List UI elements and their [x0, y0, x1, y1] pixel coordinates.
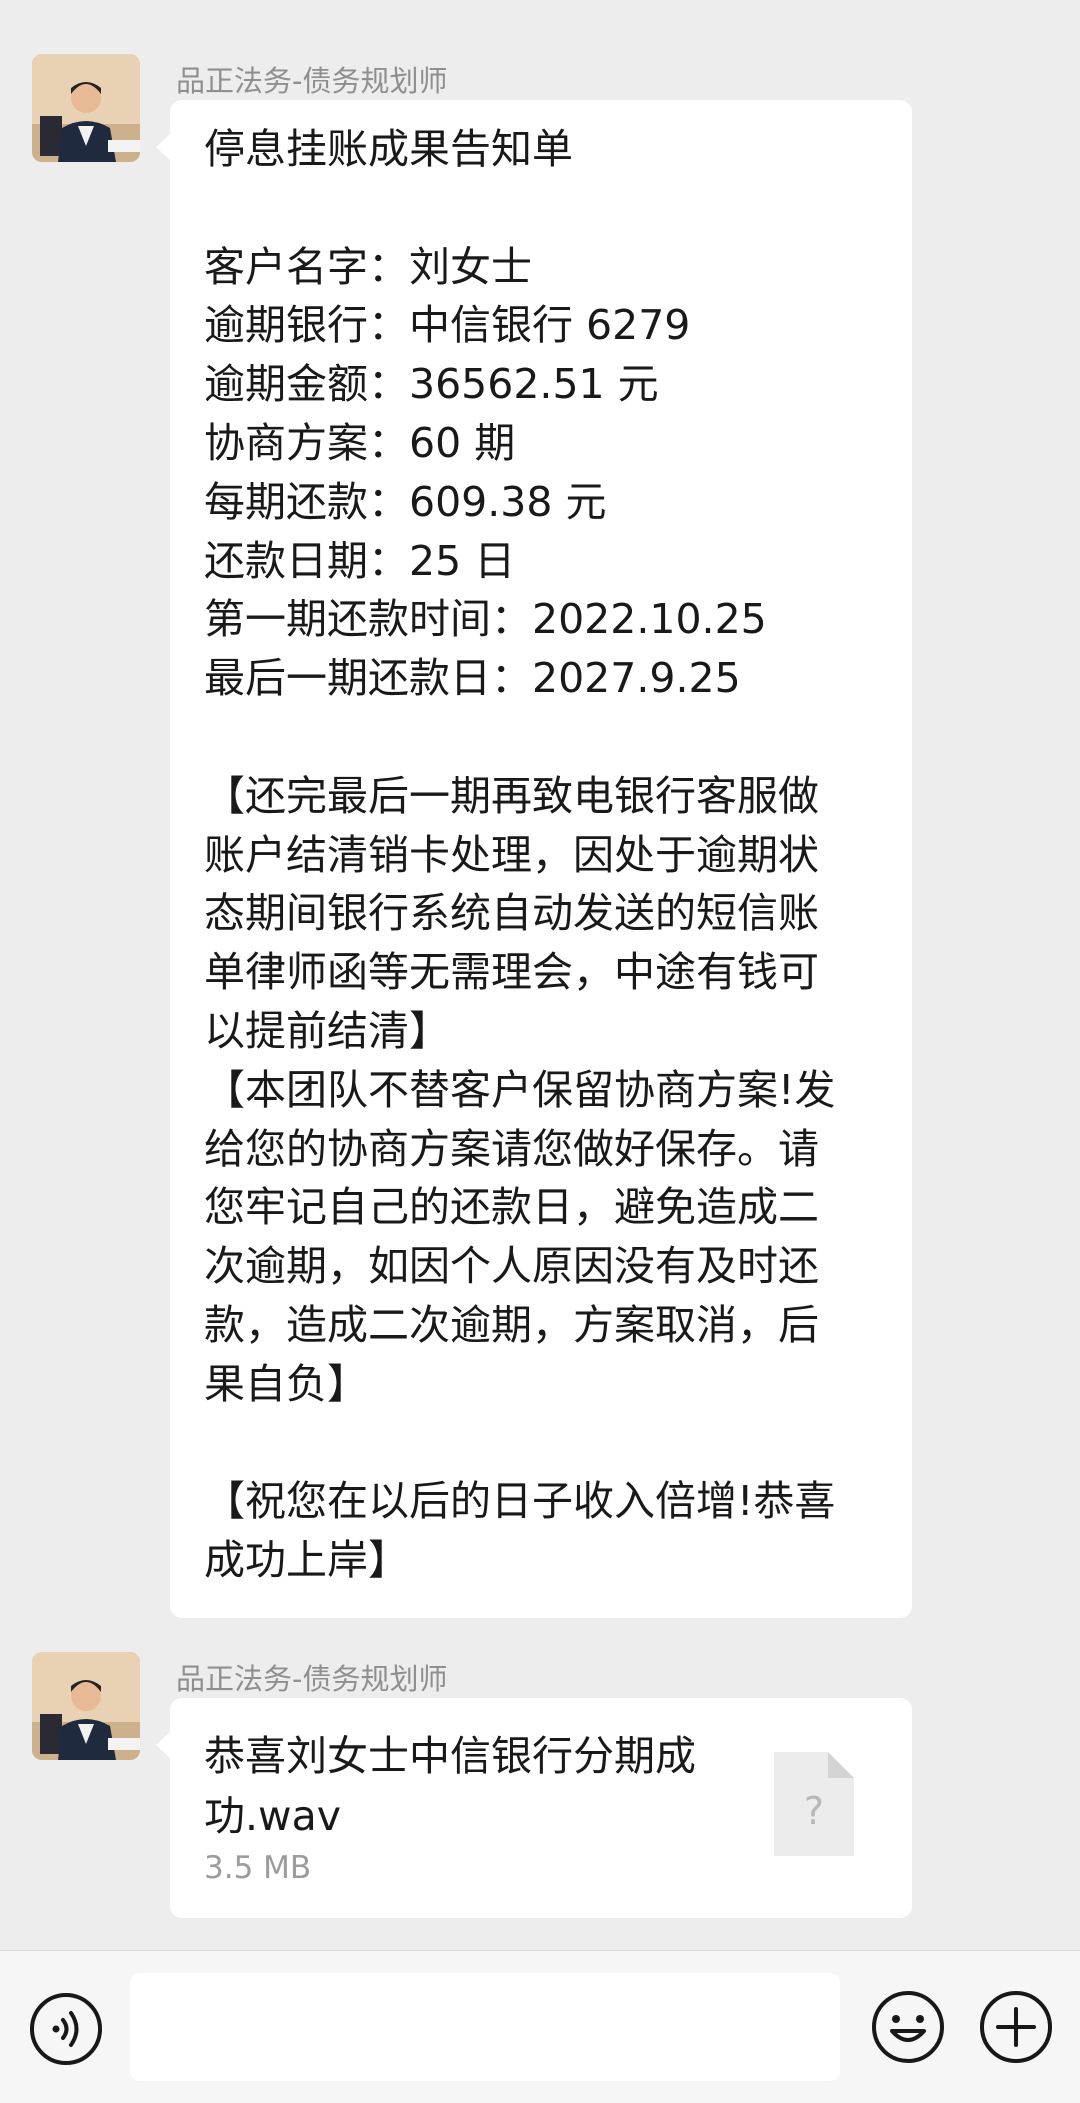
message-line: 态期间银行系统自动发送的短信账	[204, 889, 819, 938]
sender-name: 品正法务-债务规划师	[176, 1662, 448, 1696]
message-line: 给您的协商方案请您做好保存。请	[204, 1124, 819, 1173]
message-line: 款，造成二次逾期，方案取消，后	[204, 1300, 819, 1349]
avatar[interactable]	[32, 1652, 140, 1760]
message-line: 逾期银行：中信银行 6279	[204, 301, 691, 350]
message-line: 以提前结清】	[204, 1006, 450, 1055]
message-line: 逾期金额：36562.51 元	[204, 360, 659, 409]
file-size: 3.5 MB	[204, 1850, 312, 1886]
avatar[interactable]	[32, 54, 140, 162]
message-line: 【祝您在以后的日子收入倍增!恭喜	[204, 1477, 836, 1526]
message-line: 最后一期还款日：2027.9.25	[204, 654, 741, 703]
message-line: 次逾期，如因个人原因没有及时还	[204, 1242, 819, 1291]
message-line: 果自负】	[204, 1359, 368, 1408]
message-input[interactable]	[130, 1973, 840, 2081]
message-line: 客户名字：刘女士	[204, 242, 532, 291]
text-message-bubble[interactable]: 停息挂账成果告知单 客户名字：刘女士逾期银行：中信银行 6279 逾期金额：3656…	[156, 100, 912, 1618]
chat-input-bar	[0, 1950, 1080, 2103]
file-message-bubble[interactable]: 恭喜刘女士中信银行分期成功.wav 3.5 MB ?	[156, 1698, 912, 1918]
plus-icon[interactable]	[978, 1989, 1054, 2065]
emoji-icon[interactable]	[870, 1989, 946, 2065]
message-line: 停息挂账成果告知单	[204, 125, 573, 173]
file-name: 恭喜刘女士中信银行分期成功.wav	[204, 1732, 696, 1840]
message-line: 还款日期：25 日	[204, 536, 516, 585]
message-line: 协商方案：60 期	[204, 418, 516, 467]
message-line: 【本团队不替客户保留协商方案!发	[204, 1065, 836, 1114]
file-icon-glyph: ?	[804, 1789, 824, 1833]
message-line: 账户结清销卡处理，因处于逾期状	[204, 830, 819, 879]
sender-name: 品正法务-债务规划师	[176, 64, 448, 98]
message-line: 第一期还款时间：2022.10.25	[204, 595, 767, 644]
unknown-file-icon: ?	[774, 1752, 854, 1856]
voice-icon[interactable]	[28, 1991, 104, 2067]
message-line: 您牢记自己的还款日，避免造成二	[204, 1183, 819, 1232]
message-line: 单律师函等无需理会，中途有钱可	[204, 948, 819, 997]
message-text: 停息挂账成果告知单 客户名字：刘女士逾期银行：中信银行 6279 逾期金额：3656…	[204, 120, 882, 1590]
message-line: 每期还款：609.38 元	[204, 477, 607, 526]
message-line: 成功上岸】	[204, 1536, 409, 1585]
message-line: 【还完最后一期再致电银行客服做	[204, 771, 819, 820]
